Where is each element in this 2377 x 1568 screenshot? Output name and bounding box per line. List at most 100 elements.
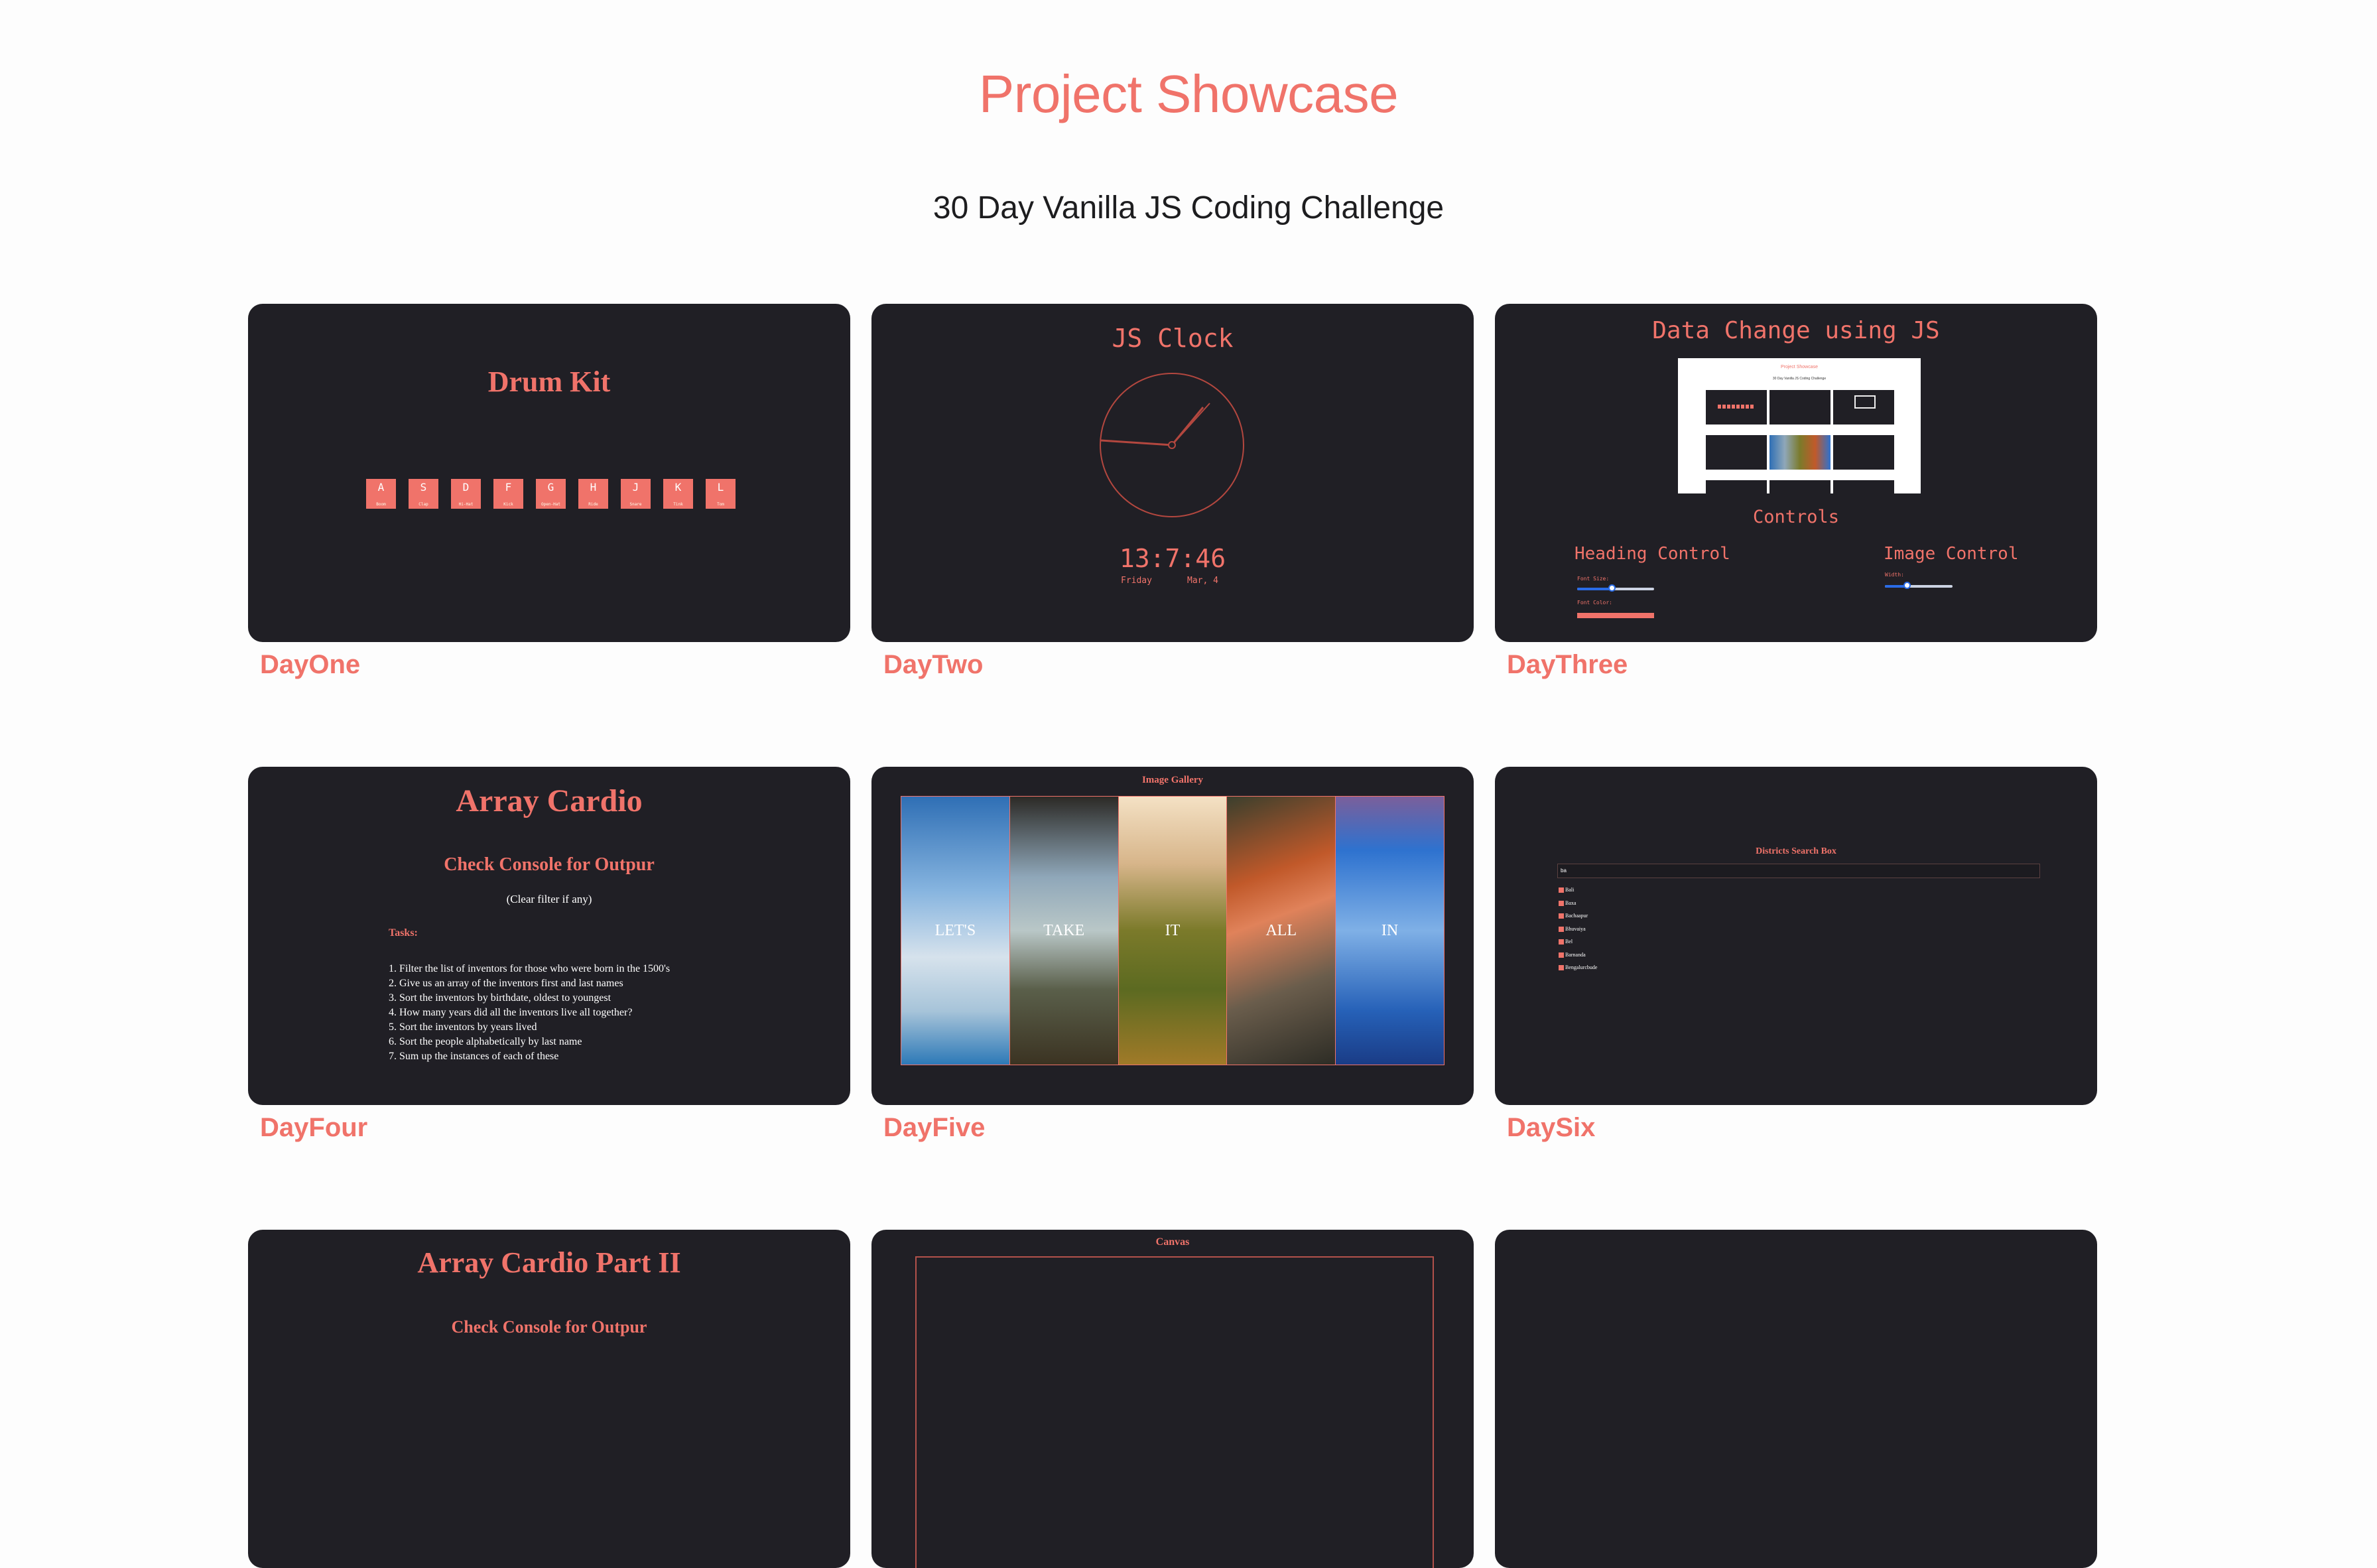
search-input[interactable]: ba [1557, 864, 2040, 878]
card-label-day-one[interactable]: DayOne [260, 650, 360, 680]
key-sound: Tom [717, 502, 724, 507]
clock-date: Mar, 4 [1187, 576, 1218, 586]
canvas-title: Canvas [1155, 1236, 1190, 1248]
search-results: Bali Baxa Bachaapur Bhuvaiya Bel Barnand… [1559, 883, 1597, 974]
key-letter: H [590, 481, 597, 493]
preview-tile [1769, 390, 1831, 425]
key-sound: Tink [673, 502, 683, 507]
project-card-day-three[interactable]: Data Change using JS Project Showcase 30… [1495, 304, 2097, 642]
project-card-day-four[interactable]: Array Cardio Check Console for Outpur (C… [248, 767, 850, 1105]
search-box-title: Districts Search Box [1756, 846, 1836, 856]
preview-tile [1706, 390, 1767, 425]
list-item: 2. Give us an array of the inventors fir… [389, 978, 623, 989]
key-sound: Clap [418, 502, 428, 507]
drum-key[interactable]: H Ride [578, 479, 608, 509]
page-title: Project Showcase [978, 64, 1399, 123]
key-letter: G [547, 481, 554, 493]
preview-tile [1769, 480, 1831, 493]
clock-title: JS Clock [1112, 324, 1234, 353]
preview-tile [1706, 435, 1767, 470]
page-subtitle: 30 Day Vanilla JS Coding Challenge [932, 190, 1445, 226]
image-gallery: LET'S TAKE IT ALL IN [901, 796, 1445, 1065]
preview-tile [1833, 435, 1894, 470]
width-slider[interactable] [1885, 582, 1953, 589]
project-card-day-seven[interactable]: Array Cardio Part II Check Console for O… [248, 1230, 850, 1568]
project-card-day-nine[interactable] [1495, 1230, 2097, 1568]
panel-text: ALL [1265, 921, 1297, 939]
project-card-day-six[interactable]: Districts Search Box ba Bali Baxa Bachaa… [1495, 767, 2097, 1105]
list-item: 3. Sort the inventors by birthdate, olde… [389, 992, 611, 1004]
project-card-day-five[interactable]: Image Gallery LET'S TAKE IT ALL IN [871, 767, 1474, 1105]
key-letter: K [675, 481, 682, 493]
card-label-day-six[interactable]: DaySix [1507, 1113, 1595, 1143]
drum-key[interactable]: F Kick [493, 479, 523, 509]
drum-key[interactable]: K Tink [663, 479, 693, 509]
drum-keys: A Boom S Clap D Hi-Hat F Kick G Open-Hat H Rid… [366, 479, 736, 509]
drum-key[interactable]: D Hi-Hat [451, 479, 481, 509]
gallery-panel[interactable]: IN [1336, 797, 1444, 1065]
gallery-panel[interactable]: LET'S [901, 797, 1010, 1065]
drum-key[interactable]: J Snare [621, 479, 651, 509]
card-label-day-five[interactable]: DayFive [883, 1113, 985, 1143]
heading-control-label: Heading Control [1574, 544, 1730, 564]
gallery-panel[interactable]: ALL [1227, 797, 1336, 1065]
gallery-panel[interactable]: TAKE [1009, 797, 1119, 1065]
preview-tile [1769, 435, 1831, 470]
tasks-label: Tasks: [389, 927, 418, 939]
key-letter: F [505, 481, 512, 493]
drum-key[interactable]: L Tom [706, 479, 736, 509]
drum-key[interactable]: A Boom [366, 479, 396, 509]
font-size-slider[interactable] [1577, 584, 1654, 592]
list-item: Bali [1559, 883, 1597, 897]
panel-text: LET'S [934, 921, 976, 939]
check-console-text: Check Console for Outpur [444, 854, 655, 875]
list-item: 5. Sort the inventors by years lived [389, 1021, 537, 1033]
tasks-list: 1. Filter the list of inventors for thos… [389, 962, 670, 1064]
font-size-label: Font Size: [1577, 576, 1610, 582]
panel-text: IT [1165, 921, 1181, 939]
drawing-canvas[interactable] [915, 1256, 1434, 1568]
card-label-day-three[interactable]: DayThree [1507, 650, 1628, 680]
list-item: Barnanda [1559, 948, 1597, 962]
drum-key[interactable]: S Clap [409, 479, 438, 509]
clock-face-icon [1100, 373, 1244, 517]
list-item: 4. How many years did all the inventors … [389, 1007, 633, 1018]
preview-title: Project Showcase [1780, 365, 1819, 369]
key-letter: L [717, 481, 724, 493]
page-preview-thumbnail: Project Showcase 30 Day Vanilla JS Codin… [1678, 358, 1921, 493]
key-letter: J [632, 481, 639, 493]
preview-tile [1833, 480, 1894, 493]
data-change-title: Data Change using JS [1652, 317, 1940, 344]
drum-key[interactable]: G Open-Hat [536, 479, 566, 509]
card-label-day-four[interactable]: DayFour [260, 1113, 367, 1143]
key-sound: Boom [376, 502, 386, 507]
panel-text: TAKE [1043, 921, 1085, 939]
gallery-panel[interactable]: IT [1118, 797, 1228, 1065]
project-card-day-two[interactable]: JS Clock 13:7:46 Friday Mar, 4 [871, 304, 1474, 642]
key-sound: Ride [588, 502, 598, 507]
panel-text: IN [1381, 921, 1399, 939]
controls-heading: Controls [1752, 507, 1840, 527]
list-item: 1. Filter the list of inventors for thos… [389, 963, 671, 974]
font-color-label: Font Color: [1577, 600, 1612, 606]
list-item: 6. Sort the people alphabetically by las… [389, 1036, 582, 1047]
list-item: Baxa [1559, 897, 1597, 910]
list-item: Bengalurcbude [1559, 961, 1597, 974]
card-label-day-two[interactable]: DayTwo [883, 650, 983, 680]
key-letter: A [377, 481, 385, 493]
drum-kit-title: Drum Kit [487, 365, 611, 398]
array-cardio-title: Array Cardio [456, 783, 643, 818]
key-letter: S [420, 481, 427, 493]
width-label: Width: [1885, 572, 1904, 578]
clock-day: Friday [1121, 576, 1152, 586]
list-item: Bhuvaiya [1559, 923, 1597, 936]
search-input-value: ba [1561, 868, 1567, 874]
check-console-text: Check Console for Outpur [451, 1317, 647, 1337]
list-item: 7. Sum up the instances of each of these [389, 1051, 559, 1062]
font-color-picker[interactable] [1577, 613, 1654, 618]
project-card-day-one[interactable]: Drum Kit A Boom S Clap D Hi-Hat F Kick G Open… [248, 304, 850, 642]
preview-tile [1706, 480, 1767, 493]
clear-filter-text: (Clear filter if any) [506, 893, 592, 905]
key-sound: Kick [503, 502, 513, 507]
project-card-day-eight[interactable]: Canvas [871, 1230, 1474, 1568]
